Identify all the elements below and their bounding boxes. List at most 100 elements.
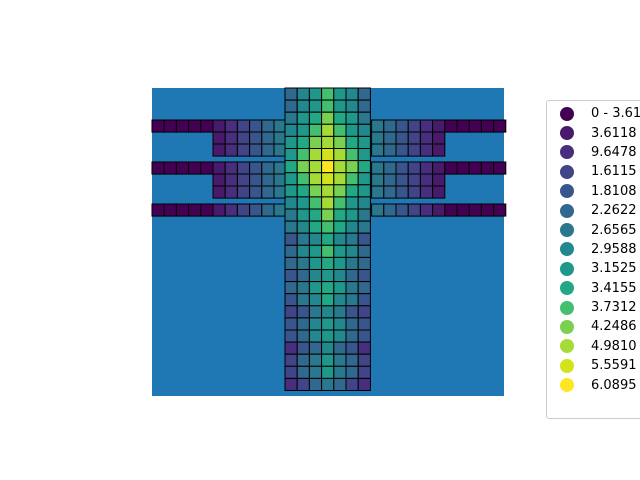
heatmap-cell — [419, 173, 434, 187]
legend-entry: 3.4155 — [547, 279, 640, 298]
heatmap-cell — [273, 185, 287, 199]
heatmap-cell — [284, 220, 298, 234]
heatmap-cell — [284, 317, 298, 331]
heatmap-cell — [333, 305, 347, 319]
heatmap-cell — [321, 293, 335, 307]
heatmap-cell — [333, 111, 347, 125]
heatmap-cell — [273, 119, 287, 133]
legend-marker — [560, 300, 574, 315]
legend-marker — [560, 378, 574, 393]
heatmap-cell — [284, 281, 298, 295]
heatmap-cell — [308, 99, 323, 113]
heatmap-cell — [308, 293, 323, 307]
heatmap-cell — [456, 119, 470, 133]
heatmap-cell — [236, 161, 251, 175]
heatmap-cell — [432, 173, 446, 187]
heatmap-cell — [357, 293, 371, 307]
heatmap-cell — [321, 232, 335, 246]
heatmap-cell — [480, 161, 495, 175]
heatmap-cell — [308, 269, 323, 283]
heatmap-cell — [333, 232, 347, 246]
heatmap-cell — [296, 269, 310, 283]
heatmap-cell — [345, 220, 359, 234]
legend-entry: 4.2486 — [547, 317, 640, 336]
heatmap-cell — [345, 148, 359, 162]
heatmap-cell — [333, 293, 347, 307]
heatmap-cell — [163, 161, 177, 175]
heatmap-cell — [357, 172, 371, 186]
heatmap-cell — [345, 341, 359, 355]
heatmap-cell — [383, 173, 397, 187]
heatmap-cell — [296, 123, 310, 137]
heatmap-cell — [236, 143, 251, 157]
heatmap-cell — [321, 341, 335, 355]
heatmap-cell — [333, 172, 347, 186]
heatmap-cell — [321, 123, 335, 137]
heatmap-cell — [456, 161, 470, 175]
heatmap-cell — [284, 172, 298, 186]
heatmap-cell — [371, 131, 385, 145]
heatmap-cell — [151, 203, 165, 217]
heatmap-cell — [188, 161, 202, 175]
heatmap-cell — [345, 281, 359, 295]
heatmap-cell — [296, 220, 310, 234]
heatmap-cell — [188, 119, 202, 133]
legend-label: 2.9588 — [591, 241, 637, 257]
heatmap-cell — [224, 203, 238, 217]
legend-entry: 2.2622 — [547, 201, 640, 220]
heatmap-cell — [224, 185, 238, 199]
heatmap-cell — [371, 185, 385, 199]
heatmap-cell — [284, 377, 298, 391]
heatmap-cell — [296, 172, 310, 186]
legend-entry: 2.9588 — [547, 240, 640, 259]
heatmap-cell — [261, 131, 275, 145]
heatmap-cell — [224, 119, 238, 133]
heatmap-cell — [151, 119, 165, 133]
heatmap-cell — [296, 148, 310, 162]
heatmap-cell — [383, 203, 397, 217]
heatmap-cell — [333, 184, 347, 198]
heatmap-cell — [175, 161, 190, 175]
heatmap-cell — [175, 119, 190, 133]
heatmap-cell — [395, 161, 409, 175]
heatmap-cell — [357, 111, 371, 125]
heatmap-cell — [308, 111, 323, 125]
legend-label: 3.7312 — [591, 300, 637, 316]
heatmap-cell — [273, 173, 287, 187]
heatmap-cell — [284, 232, 298, 246]
heatmap-cell — [345, 123, 359, 137]
heatmap-cell — [357, 256, 371, 270]
heatmap-cell — [296, 329, 310, 343]
heatmap-cell — [261, 173, 275, 187]
heatmap-cell — [284, 305, 298, 319]
heatmap-cell — [249, 161, 263, 175]
heatmap-cell — [212, 131, 226, 145]
heatmap-cell — [212, 161, 226, 175]
heatmap-cell — [333, 208, 347, 222]
heatmap-cell — [249, 173, 263, 187]
heatmap-cell — [357, 329, 371, 343]
heatmap-cell — [395, 173, 409, 187]
legend-marker — [560, 145, 574, 160]
heatmap-cell — [321, 135, 335, 149]
legend-entry: 5.5591 — [547, 356, 640, 375]
heatmap-cell — [296, 135, 310, 149]
legend-entry: 6.0895 — [547, 375, 640, 394]
heatmap-cell — [371, 173, 385, 187]
heatmap-cell — [308, 148, 323, 162]
heatmap-cell — [333, 353, 347, 367]
heatmap-cell — [321, 196, 335, 210]
heatmap-cell — [333, 341, 347, 355]
heatmap-cell — [163, 119, 177, 133]
heatmap-cell — [345, 377, 359, 391]
legend-marker — [560, 126, 574, 141]
legend-marker — [560, 223, 574, 238]
legend-entry: 2.6565 — [547, 220, 640, 239]
legend-entry: 1.6115 — [547, 162, 640, 181]
heatmap-cell — [249, 143, 263, 157]
legend-marker — [560, 261, 574, 276]
legend-label: 3.6118 — [591, 125, 637, 141]
heatmap-cell — [296, 293, 310, 307]
heatmap-cell — [284, 196, 298, 210]
heatmap-cell — [432, 161, 446, 175]
